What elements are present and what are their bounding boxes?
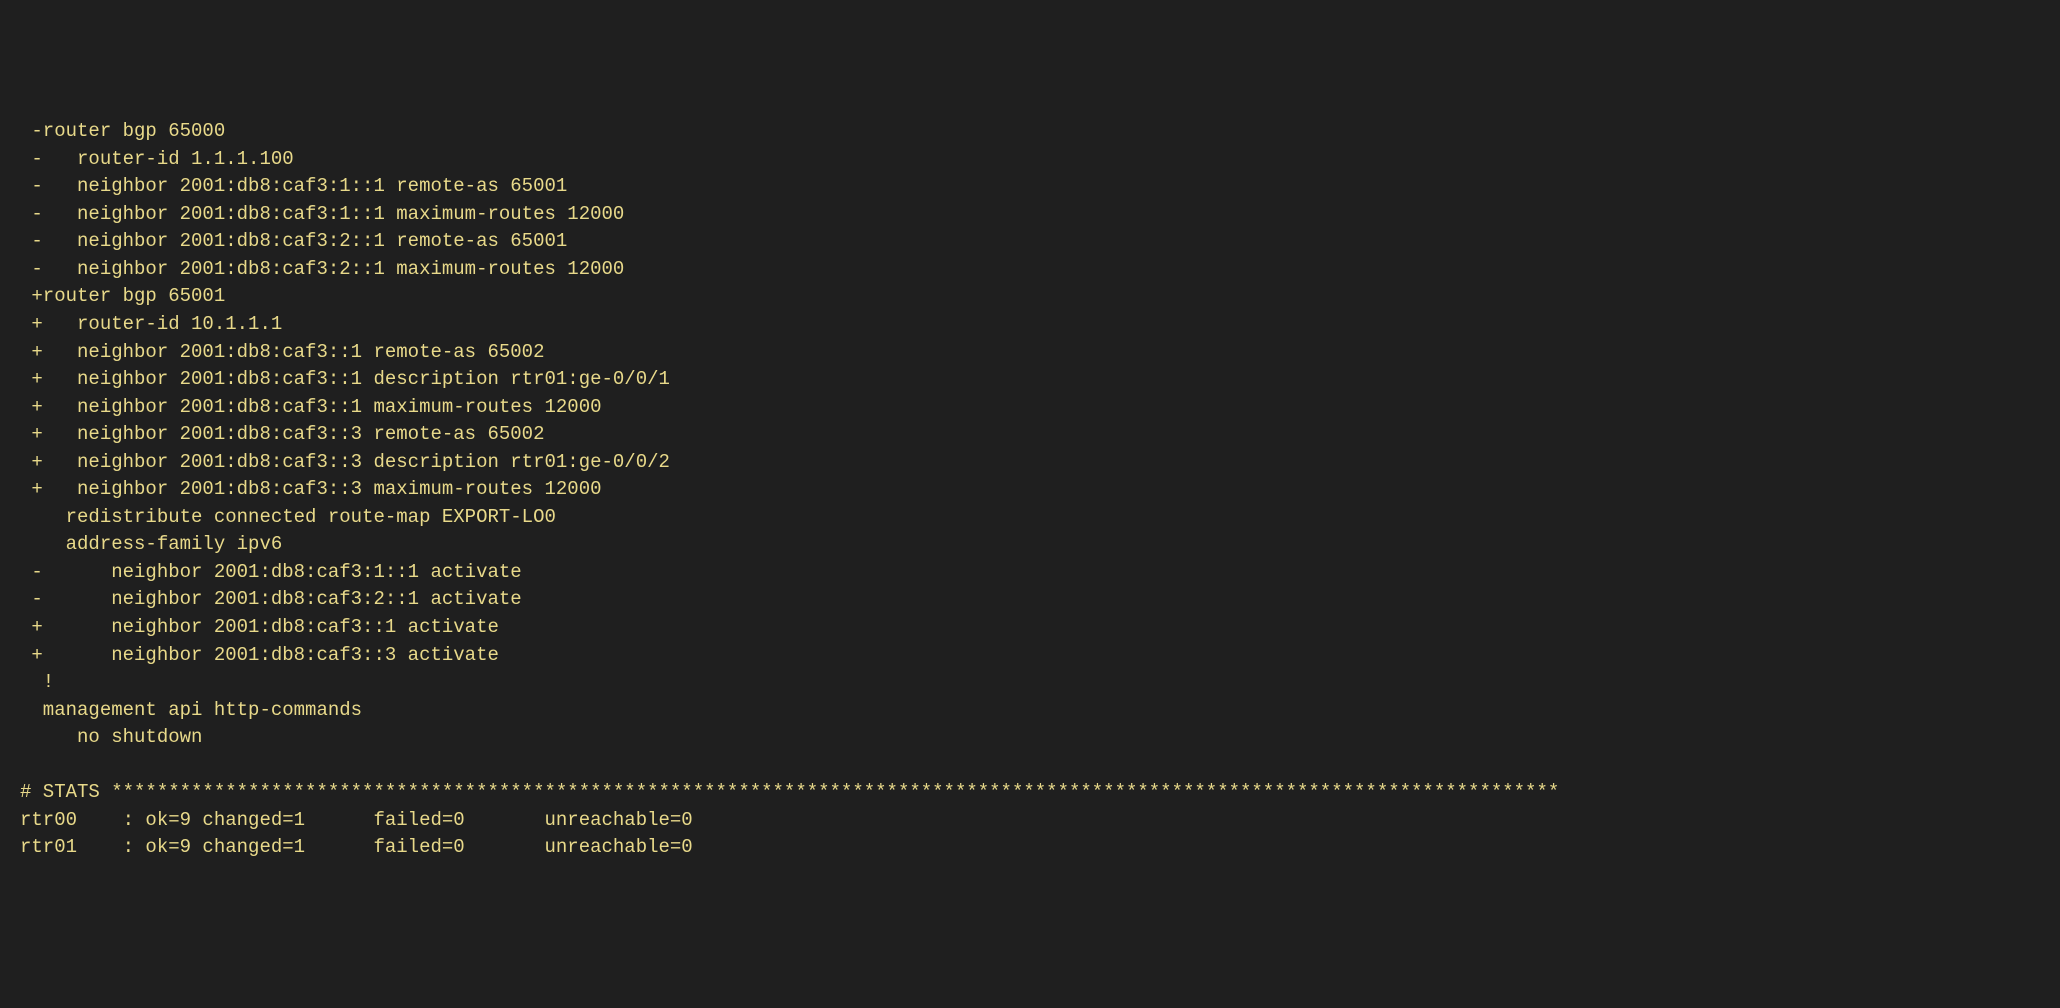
- terminal-line: + neighbor 2001:db8:caf3::1 maximum-rout…: [20, 394, 2040, 422]
- terminal-line: +router bgp 65001: [20, 283, 2040, 311]
- terminal-line: - neighbor 2001:db8:caf3:1::1 activate: [20, 559, 2040, 587]
- terminal-line: + neighbor 2001:db8:caf3::3 remote-as 65…: [20, 421, 2040, 449]
- terminal-line: + neighbor 2001:db8:caf3::1 remote-as 65…: [20, 339, 2040, 367]
- terminal-line: + neighbor 2001:db8:caf3::1 activate: [20, 614, 2040, 642]
- terminal-line: # STATS ********************************…: [20, 779, 2040, 807]
- terminal-line: management api http-commands: [20, 697, 2040, 725]
- terminal-line: - neighbor 2001:db8:caf3:2::1 activate: [20, 586, 2040, 614]
- terminal-line: + neighbor 2001:db8:caf3::3 maximum-rout…: [20, 476, 2040, 504]
- terminal-line: - router-id 1.1.1.100: [20, 146, 2040, 174]
- terminal-line: - neighbor 2001:db8:caf3:1::1 maximum-ro…: [20, 201, 2040, 229]
- terminal-line: rtr01 : ok=9 changed=1 failed=0 unreacha…: [20, 834, 2040, 862]
- terminal-line: + neighbor 2001:db8:caf3::1 description …: [20, 366, 2040, 394]
- terminal-line: + neighbor 2001:db8:caf3::3 description …: [20, 449, 2040, 477]
- terminal-output: -router bgp 65000 - router-id 1.1.1.100 …: [0, 110, 2060, 870]
- terminal-line: + neighbor 2001:db8:caf3::3 activate: [20, 642, 2040, 670]
- terminal-line: + router-id 10.1.1.1: [20, 311, 2040, 339]
- terminal-line: rtr00 : ok=9 changed=1 failed=0 unreacha…: [20, 807, 2040, 835]
- terminal-line: address-family ipv6: [20, 531, 2040, 559]
- terminal-line: - neighbor 2001:db8:caf3:2::1 remote-as …: [20, 228, 2040, 256]
- terminal-line: - neighbor 2001:db8:caf3:2::1 maximum-ro…: [20, 256, 2040, 284]
- terminal-line: no shutdown: [20, 724, 2040, 752]
- terminal-line: !: [20, 669, 2040, 697]
- terminal-line: redistribute connected route-map EXPORT-…: [20, 504, 2040, 532]
- terminal-line: [20, 752, 2040, 780]
- terminal-line: -router bgp 65000: [20, 118, 2040, 146]
- terminal-line: - neighbor 2001:db8:caf3:1::1 remote-as …: [20, 173, 2040, 201]
